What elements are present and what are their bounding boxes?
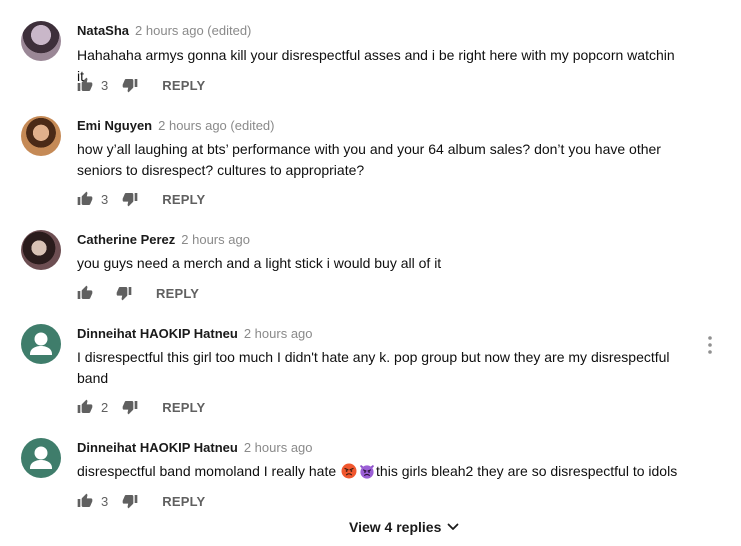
comment-author[interactable]: Catherine Perez <box>77 232 175 247</box>
comment-author[interactable]: Dinneihat HAOKIP Hatneu <box>77 440 238 455</box>
reply-button[interactable]: REPLY <box>162 494 205 509</box>
default-avatar-icon <box>30 446 52 469</box>
default-avatar-icon <box>30 332 52 355</box>
thumbs-down-icon[interactable] <box>122 77 138 93</box>
comment-time[interactable]: 2 hours ago (edited) <box>158 118 274 133</box>
avatar[interactable] <box>21 21 61 61</box>
thumbs-up-icon[interactable] <box>77 399 93 415</box>
comment-time[interactable]: 2 hours ago <box>181 232 250 247</box>
comment-text: how y’all laughing at bts’ performance w… <box>77 141 661 178</box>
comment-author[interactable]: Dinneihat HAOKIP Hatneu <box>77 326 238 341</box>
reply-button[interactable]: REPLY <box>162 400 205 415</box>
reply-button[interactable]: REPLY <box>162 192 205 207</box>
comment-author[interactable]: NataSha <box>77 23 129 38</box>
reply-button[interactable]: REPLY <box>162 78 205 93</box>
comment-text: you guys need a merch and a light stick … <box>77 255 442 271</box>
like-count: 3 <box>101 493 109 509</box>
comment-time[interactable]: 2 hours ago <box>244 440 313 455</box>
thumbs-up-icon[interactable] <box>77 191 93 207</box>
thumbs-down-icon[interactable] <box>122 191 138 207</box>
angry-devil-icon <box>360 465 374 479</box>
comment-time[interactable]: 2 hours ago (edited) <box>135 23 251 38</box>
more-vertical-icon[interactable] <box>706 336 714 354</box>
comment-text: disrespectful band momoland I really hat… <box>77 461 717 482</box>
like-count: 3 <box>101 77 109 93</box>
avatar[interactable] <box>21 324 61 364</box>
angry-face-icon <box>341 463 357 479</box>
comment-text-part: this girls bleah2 they are so disrespect… <box>376 463 678 479</box>
comment-time[interactable]: 2 hours ago <box>244 326 313 341</box>
thumbs-up-icon[interactable] <box>77 77 93 93</box>
thumbs-down-icon[interactable] <box>122 399 138 415</box>
like-count: 2 <box>101 399 109 415</box>
chevron-down-icon <box>447 523 459 530</box>
comment-text: I disrespectful this girl too much I did… <box>77 349 670 386</box>
thumbs-up-icon[interactable] <box>77 493 93 509</box>
comment-author[interactable]: Emi Nguyen <box>77 118 152 133</box>
avatar[interactable] <box>21 230 61 270</box>
avatar[interactable] <box>21 438 61 478</box>
reply-button[interactable]: REPLY <box>156 286 199 301</box>
thumbs-down-icon[interactable] <box>116 285 132 301</box>
view-replies-label: View 4 replies <box>349 519 442 535</box>
avatar[interactable] <box>21 116 61 156</box>
thumbs-down-icon[interactable] <box>122 493 138 509</box>
like-count: 3 <box>101 191 109 207</box>
thumbs-up-icon[interactable] <box>77 285 93 301</box>
view-replies-button[interactable]: View 4 replies <box>349 519 459 535</box>
comment-text-part: disrespectful band momoland I really hat… <box>77 463 341 479</box>
